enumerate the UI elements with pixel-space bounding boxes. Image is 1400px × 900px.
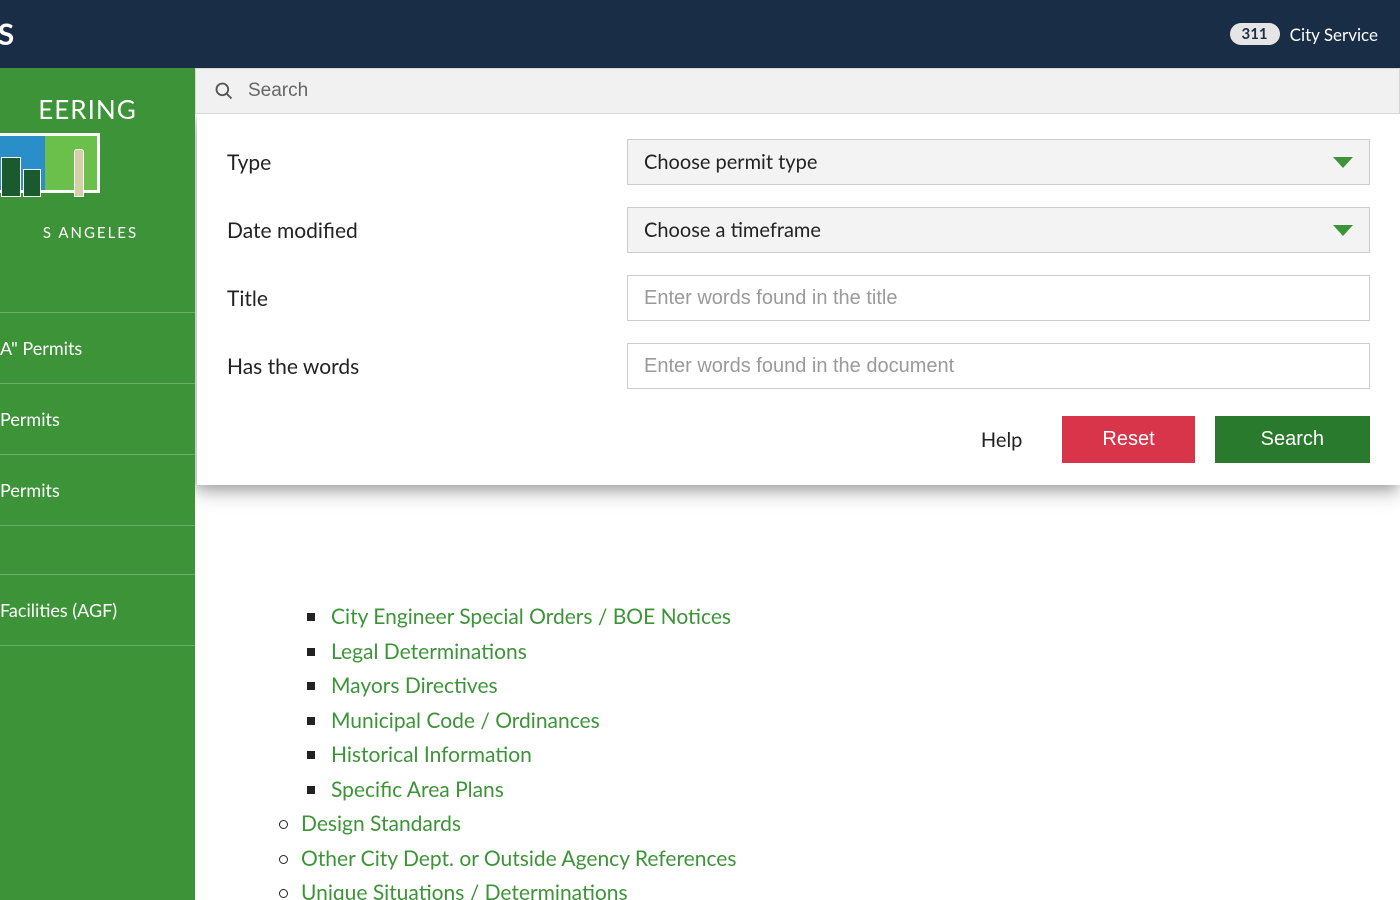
search-icon xyxy=(214,81,234,101)
search-button[interactable]: Search xyxy=(1215,416,1370,463)
topbar-right: 311 City Service xyxy=(1230,23,1378,45)
brand-title: EERING xyxy=(0,93,195,125)
badge-311[interactable]: 311 xyxy=(1230,23,1280,45)
sidebar-item-permits-1[interactable]: Permits xyxy=(0,384,195,455)
city-services-link[interactable]: City Service xyxy=(1290,24,1378,45)
topbar: ES 311 City Service xyxy=(0,0,1400,68)
chevron-down-icon xyxy=(1333,157,1353,168)
sidebar: EERING S ANGELES A" Permits Permits Perm… xyxy=(0,68,195,900)
topbar-title: ES xyxy=(0,16,15,52)
search-bar[interactable] xyxy=(195,68,1400,114)
sidebar-item-blank[interactable] xyxy=(0,526,195,575)
words-input[interactable] xyxy=(627,343,1370,389)
title-input[interactable] xyxy=(627,275,1370,321)
link-special-orders[interactable]: City Engineer Special Orders / BOE Notic… xyxy=(331,604,731,629)
select-timeframe[interactable]: Choose a timeframe xyxy=(627,207,1370,253)
brand-block: EERING S ANGELES xyxy=(0,68,195,267)
select-timeframe-value: Choose a timeframe xyxy=(644,218,821,242)
list-item: Municipal Code / Ordinances xyxy=(305,705,1350,738)
filter-label-words: Has the words xyxy=(227,354,627,379)
filter-panel: Type Choose permit type Date modified Ch… xyxy=(197,114,1400,485)
list-item: Legal Determinations xyxy=(305,636,1350,669)
link-historical-info[interactable]: Historical Information xyxy=(331,742,532,767)
link-design-standards[interactable]: Design Standards xyxy=(301,811,461,836)
help-button[interactable]: Help xyxy=(961,418,1042,462)
filter-label-title: Title xyxy=(227,286,627,311)
sidebar-nav: A" Permits Permits Permits Facilities (A… xyxy=(0,312,195,646)
list-item: Mayors Directives xyxy=(305,670,1350,703)
link-unique-situations[interactable]: Unique Situations / Determinations xyxy=(301,880,628,900)
link-other-city-dept[interactable]: Other City Dept. or Outside Agency Refer… xyxy=(301,846,737,871)
brand-logo xyxy=(0,133,100,218)
search-input[interactable] xyxy=(248,80,1381,102)
list-item: Specific Area Plans xyxy=(305,774,1350,807)
list-item: Other City Dept. or Outside Agency Refer… xyxy=(275,843,1350,876)
select-permit-type-value: Choose permit type xyxy=(644,150,817,174)
list-item: City Engineer Special Orders / BOE Notic… xyxy=(305,601,1350,634)
sidebar-item-facilities[interactable]: Facilities (AGF) xyxy=(0,575,195,646)
link-specific-area-plans[interactable]: Specific Area Plans xyxy=(331,777,504,802)
sidebar-item-permits-2[interactable]: Permits xyxy=(0,455,195,526)
list-item: Unique Situations / Determinations xyxy=(275,877,1350,900)
reset-button[interactable]: Reset xyxy=(1062,416,1194,463)
link-municipal-code[interactable]: Municipal Code / Ordinances xyxy=(331,708,600,733)
chevron-down-icon xyxy=(1333,225,1353,236)
filter-label-type: Type xyxy=(227,150,627,175)
link-mayors-directives[interactable]: Mayors Directives xyxy=(331,673,498,698)
link-list-circle: Design Standards Other City Dept. or Out… xyxy=(275,808,1350,900)
filter-label-date: Date modified xyxy=(227,218,627,243)
link-legal-determinations[interactable]: Legal Determinations xyxy=(331,639,527,664)
list-item: Historical Information xyxy=(305,739,1350,772)
link-list-square: City Engineer Special Orders / BOE Notic… xyxy=(305,601,1350,806)
select-permit-type[interactable]: Choose permit type xyxy=(627,139,1370,185)
sidebar-item-a-permits[interactable]: A" Permits xyxy=(0,312,195,384)
brand-subtitle: S ANGELES xyxy=(0,224,195,242)
main-area: Type Choose permit type Date modified Ch… xyxy=(195,68,1400,900)
list-item: Design Standards xyxy=(275,808,1350,841)
